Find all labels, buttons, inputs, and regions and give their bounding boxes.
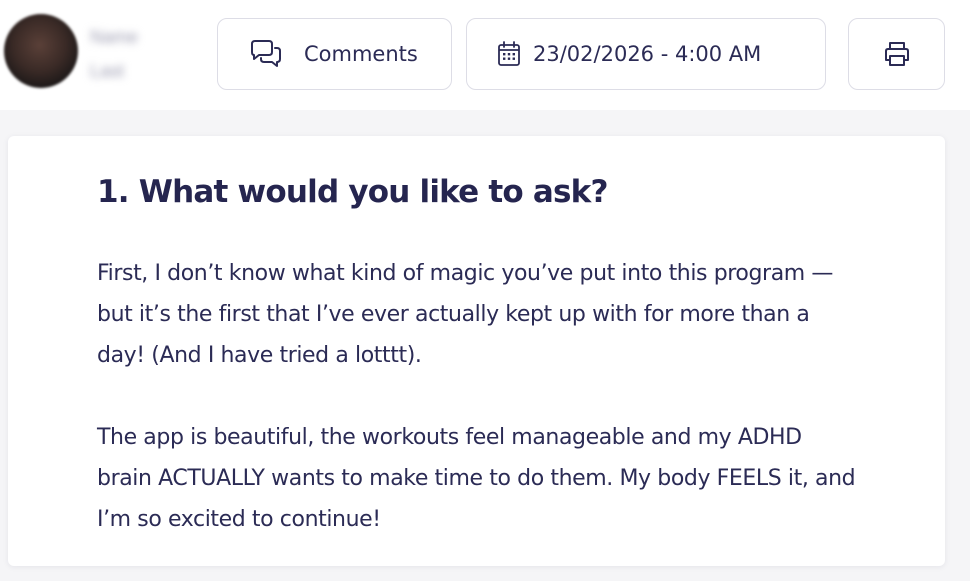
avatar[interactable] — [4, 14, 78, 88]
answer-paragraph: The app is beautiful, the workouts feel … — [97, 425, 856, 532]
date-label: 23/02/2026 - 4:00 AM — [533, 42, 762, 66]
question-card: 1. What would you like to ask? First, I … — [8, 136, 945, 566]
answer-paragraph: First, I don’t know what kind of magic y… — [97, 261, 834, 368]
user-name-line2: Last — [90, 61, 125, 81]
question-title: 1. What would you like to ask? — [97, 174, 608, 210]
print-button[interactable] — [848, 18, 945, 90]
user-name-blurred: Name Last — [90, 20, 180, 90]
user-name-line1: Name — [90, 27, 139, 47]
date-picker-button[interactable]: 23/02/2026 - 4:00 AM — [466, 18, 826, 90]
chat-bubbles-icon — [248, 36, 284, 72]
calendar-icon — [491, 36, 527, 72]
answer-text: First, I don’t know what kind of magic y… — [97, 253, 857, 581]
comments-button[interactable]: Comments — [217, 18, 452, 90]
printer-icon — [879, 36, 915, 72]
top-bar: Name Last Comments 23/02/2026 - 4:00 AM — [0, 0, 970, 110]
comments-label: Comments — [304, 42, 418, 66]
